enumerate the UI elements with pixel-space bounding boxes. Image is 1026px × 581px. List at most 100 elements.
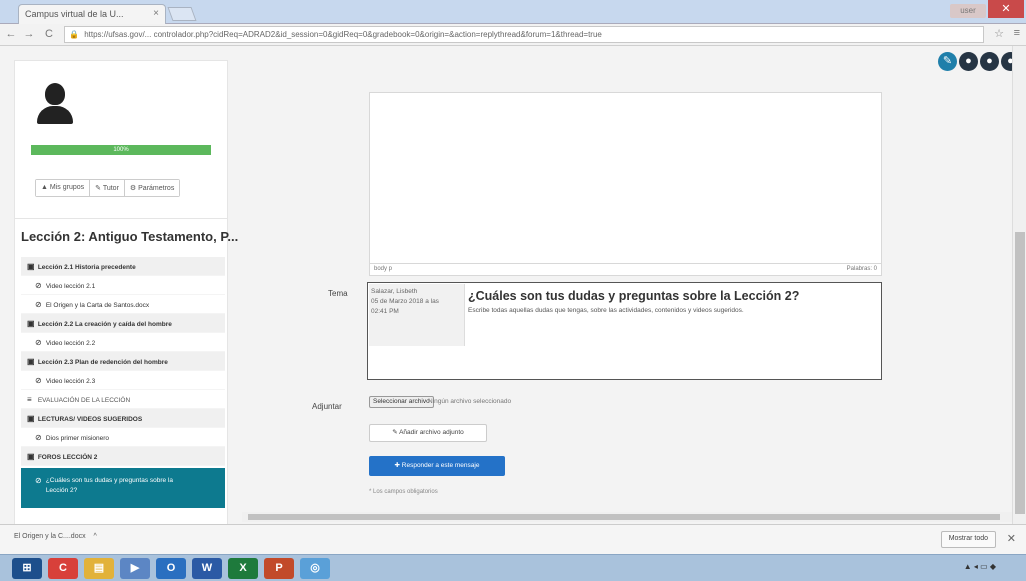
my-groups-button[interactable]: ▲ Mis grupos bbox=[36, 180, 91, 196]
group-icon: ▲ bbox=[41, 184, 48, 191]
lesson-item[interactable]: ⊘ El Origen y la Carta de Santos.docx bbox=[21, 295, 225, 314]
bookmark-star-icon[interactable]: ☆ bbox=[994, 27, 1004, 40]
lesson-item-label: Video lección 2.2 bbox=[45, 340, 96, 347]
lesson-section-item[interactable]: ▣ Lección 2.1 Historia precedente bbox=[21, 257, 225, 276]
message-editor[interactable] bbox=[369, 92, 882, 264]
my-groups-label: Mis grupos bbox=[49, 184, 85, 191]
lesson-nav-card: Lección 2: Antiguo Testamento, P... ▣ Le… bbox=[14, 218, 238, 524]
lesson-tree: ▣ Lección 2.1 Historia precedente ⊘ Video… bbox=[21, 257, 225, 508]
reload-icon[interactable]: C bbox=[42, 27, 56, 41]
tutor-button[interactable]: ✎ Tutor bbox=[90, 180, 125, 196]
lesson-section-item[interactable]: ▣ Lección 2.3 Plan de redención del homb… bbox=[21, 352, 225, 371]
folder-icon: ▣ bbox=[27, 452, 35, 461]
window-close-icon[interactable]: ✕ bbox=[988, 0, 1024, 18]
browser-tab[interactable]: Campus virtual de la U... × bbox=[18, 4, 166, 24]
download-file-name: El Origen y la C....docx bbox=[14, 533, 86, 540]
editor-status-bar: body p Palabras: 0 bbox=[369, 264, 882, 276]
add-attachment-button[interactable]: ✎ Añadir archivo adjunto bbox=[369, 424, 487, 442]
lesson-item[interactable]: ⊘ Video lección 2.2 bbox=[21, 333, 225, 352]
lesson-item-label: Video lección 2.3 bbox=[45, 378, 96, 385]
lesson-item-label: El Origen y la Carta de Santos.docx bbox=[45, 302, 150, 309]
taskbar-app-icon[interactable]: ⊞ bbox=[12, 558, 42, 579]
taskbar-app-icon[interactable]: ▶ bbox=[120, 558, 150, 579]
tutor-label: Tutor bbox=[102, 185, 119, 192]
choose-file-button[interactable]: Seleccionar archivo bbox=[369, 396, 434, 408]
item-status-icon: ≡ bbox=[27, 395, 32, 404]
profile-buttons: ▲ Mis grupos ✎ Tutor ⚙ Parámetros bbox=[35, 179, 181, 197]
taskbar-app-icon[interactable]: X bbox=[228, 558, 258, 579]
file-status: Ningún archivo seleccionado bbox=[428, 398, 512, 405]
taskbar-app-icon[interactable]: ▤ bbox=[84, 558, 114, 579]
tema-label: Tema bbox=[328, 289, 348, 298]
thread-description: Escribe todas aquellas dudas que tengas,… bbox=[468, 307, 744, 314]
course-progress-bar: 100% bbox=[31, 145, 211, 155]
download-item[interactable]: El Origen y la C....docx ^ bbox=[14, 533, 97, 540]
lesson-item[interactable]: ⊘ Dios primer misionero bbox=[21, 428, 225, 447]
thread-author-meta: Salazar, Lisbeth 05 de Marzo 2018 a las … bbox=[369, 284, 465, 346]
parameters-button[interactable]: ⚙ Parámetros bbox=[124, 180, 180, 196]
download-caret-icon[interactable]: ^ bbox=[94, 533, 97, 540]
vertical-scrollbar[interactable] bbox=[1012, 46, 1026, 524]
lesson-item[interactable]: ⊘ Video lección 2.3 bbox=[21, 371, 225, 390]
lesson-item-label: FOROS LECCIÓN 2 bbox=[37, 454, 98, 461]
lesson-item-label: Lección 2.2 La creación y caída del homb… bbox=[37, 321, 172, 328]
item-status-icon: ⊘ bbox=[35, 433, 42, 442]
lesson-section-item[interactable]: ▣ LECTURAS/ VIDEOS SUGERIDOS bbox=[21, 409, 225, 428]
tab-close-icon[interactable]: × bbox=[153, 8, 159, 19]
lesson-item-active[interactable]: ⊘ ¿Cuáles son tus dudas y preguntas sobr… bbox=[21, 468, 225, 508]
item-status-icon: ⊘ bbox=[35, 476, 42, 485]
info-icon[interactable]: ● bbox=[980, 52, 999, 71]
lesson-title: Lección 2: Antiguo Testamento, P... bbox=[21, 229, 239, 244]
progress-fill: 100% bbox=[31, 145, 211, 155]
required-fields-note: * Los campos obligatorios bbox=[369, 489, 438, 495]
taskbar-app-icon[interactable]: C bbox=[48, 558, 78, 579]
lesson-item[interactable]: ≡ EVALUACIÓN DE LA LECCIÓN bbox=[21, 390, 225, 409]
taskbar-app-icon[interactable]: P bbox=[264, 558, 294, 579]
page-content: ✎ ● ● ● 100% ▲ Mis grupos ✎ Tutor ⚙ Pará… bbox=[0, 46, 1026, 524]
new-tab-button[interactable] bbox=[167, 7, 197, 21]
lesson-item-label: Lección 2.1 Historia precedente bbox=[37, 264, 136, 271]
lock-icon: 🔒 bbox=[69, 30, 79, 39]
edit-icon[interactable]: ✎ bbox=[938, 52, 957, 71]
address-bar-row: ← → C 🔒 https://ufsas.gov/... controlado… bbox=[0, 24, 1026, 46]
lesson-item-label: EVALUACIÓN DE LA LECCIÓN bbox=[37, 397, 131, 404]
parameters-label: Parámetros bbox=[138, 185, 175, 192]
reply-submit-button[interactable]: ✚ Responder a este mensaje bbox=[369, 456, 505, 476]
lesson-item-label: Video lección 2.1 bbox=[45, 283, 96, 290]
lesson-item-label: Dios primer misionero bbox=[45, 435, 110, 442]
editor-path: body p bbox=[374, 266, 393, 272]
folder-icon: ▣ bbox=[27, 357, 35, 366]
lesson-item-label: LECTURAS/ VIDEOS SUGERIDOS bbox=[37, 416, 143, 423]
windows-taskbar: ▲ ◂ ▭ ◆ ⊞ C ▤ ▶ O W X P ◎ bbox=[0, 554, 1026, 581]
browser-menu-icon[interactable]: ≡ bbox=[1014, 27, 1020, 39]
gear-icon: ⚙ bbox=[129, 185, 137, 192]
thread-topic-box: Salazar, Lisbeth 05 de Marzo 2018 a las … bbox=[367, 282, 882, 380]
word-count: Palabras: 0 bbox=[846, 266, 877, 272]
user-badge[interactable]: user bbox=[950, 4, 986, 18]
url-text: https://ufsas.gov/... controlador.php?ci… bbox=[84, 30, 602, 39]
browser-tab-bar: Campus virtual de la U... × user ✕ bbox=[0, 0, 1026, 24]
item-status-icon: ⊘ bbox=[35, 376, 42, 385]
show-all-downloads-button[interactable]: Mostrar todo bbox=[940, 531, 996, 548]
home-icon[interactable]: ● bbox=[959, 52, 978, 71]
download-bar-close-icon[interactable]: ✕ bbox=[1007, 532, 1016, 545]
lesson-item-label: Lección 2.3 Plan de redención del hombre bbox=[37, 359, 168, 366]
taskbar-app-icon[interactable]: W bbox=[192, 558, 222, 579]
lesson-item[interactable]: ⊘ Video lección 2.1 bbox=[21, 276, 225, 295]
folder-icon: ▣ bbox=[27, 414, 35, 423]
tab-title: Campus virtual de la U... bbox=[25, 9, 124, 19]
back-icon[interactable]: ← bbox=[4, 27, 18, 41]
taskbar-app-icon[interactable]: ◎ bbox=[300, 558, 330, 579]
lesson-item-label: ¿Cuáles son tus dudas y preguntas sobre … bbox=[45, 477, 173, 494]
lesson-section-item[interactable]: ▣ Lección 2.2 La creación y caída del ho… bbox=[21, 314, 225, 333]
system-tray[interactable]: ▲ ◂ ▭ ◆ bbox=[964, 562, 996, 571]
avatar-icon bbox=[35, 83, 75, 127]
item-status-icon: ⊘ bbox=[35, 300, 42, 309]
top-action-icons: ✎ ● ● ● bbox=[938, 52, 1020, 71]
folder-icon: ▣ bbox=[27, 319, 35, 328]
horizontal-scrollbar[interactable] bbox=[242, 512, 1012, 522]
url-input[interactable]: 🔒 https://ufsas.gov/... controlador.php?… bbox=[64, 26, 984, 43]
taskbar-app-icon[interactable]: O bbox=[156, 558, 186, 579]
lesson-section-item[interactable]: ▣ FOROS LECCIÓN 2 bbox=[21, 447, 225, 466]
forward-icon[interactable]: → bbox=[22, 27, 36, 41]
